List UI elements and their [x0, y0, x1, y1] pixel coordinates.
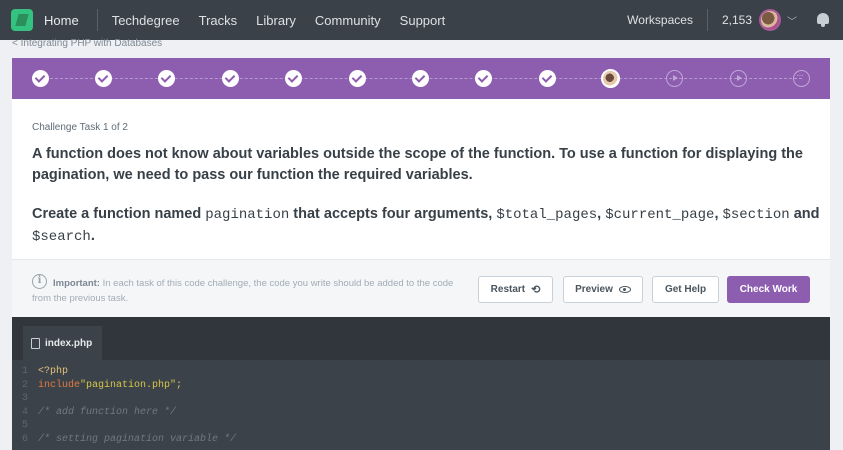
instruction-text: , — [714, 206, 723, 222]
step-complete-icon[interactable] — [285, 70, 302, 87]
code-line[interactable]: 5 — [12, 419, 830, 433]
get-help-button[interactable]: Get Help — [652, 276, 719, 303]
task-instruction: Create a function named pagination that … — [32, 204, 822, 248]
tab-label: index.php — [45, 337, 93, 349]
important-label: Important: — [53, 278, 100, 289]
step-complete-icon[interactable] — [222, 70, 239, 87]
code-token: /* add function here */ — [38, 406, 177, 418]
check-work-button[interactable]: Check Work — [727, 276, 810, 303]
code-pagination: pagination — [205, 207, 290, 223]
nav-home[interactable]: Home — [44, 13, 79, 28]
code-token: ; — [176, 379, 183, 391]
top-nav: Home Techdegree Tracks Library Community… — [0, 0, 843, 40]
code-total-pages: $total_pages — [496, 207, 598, 223]
code-line[interactable]: 6 /* setting pagination variable */ — [12, 433, 830, 447]
code-line[interactable]: 3 — [12, 392, 830, 406]
instruction-text: , — [597, 206, 606, 222]
step-complete-icon[interactable] — [475, 70, 492, 87]
step-more-icon[interactable] — [793, 70, 810, 87]
line-number: 4 — [21, 406, 28, 418]
code-token: <?php — [38, 366, 69, 377]
important-note: Important: In each task of this code cha… — [32, 276, 472, 306]
instruction-text: . — [90, 228, 95, 244]
bell-icon[interactable] — [815, 12, 831, 28]
nav-tracks[interactable]: Tracks — [199, 13, 238, 28]
step-video-icon[interactable] — [730, 70, 747, 87]
code-line[interactable]: 2 include "pagination.php"; — [12, 379, 830, 393]
code-line[interactable]: 4 /* add function here */ — [12, 406, 830, 420]
preview-button[interactable]: Preview — [563, 276, 643, 303]
code-line[interactable]: 1 <?php — [12, 365, 830, 379]
code-current-page: $current_page — [605, 207, 715, 223]
step-current-avatar[interactable] — [601, 69, 620, 88]
line-number: 1 — [21, 366, 28, 377]
avatar[interactable] — [759, 9, 781, 31]
action-bar: i Important: In each task of this code c… — [12, 259, 830, 317]
nav-community[interactable]: Community — [315, 13, 381, 28]
restart-label: Restart — [490, 284, 526, 295]
treehouse-logo-icon[interactable] — [11, 9, 33, 31]
step-complete-icon[interactable] — [158, 70, 175, 87]
code-search: $search — [32, 229, 91, 245]
step-complete-icon[interactable] — [412, 70, 429, 87]
breadcrumb[interactable]: < Integrating PHP with Databases — [12, 38, 162, 49]
line-number: 5 — [21, 420, 28, 431]
line-number: 6 — [21, 433, 28, 445]
line-number: 2 — [21, 379, 28, 391]
nav-library[interactable]: Library — [256, 13, 296, 28]
step-complete-icon[interactable] — [32, 70, 49, 87]
step-video-icon[interactable] — [666, 70, 683, 87]
instruction-text: Create a function named — [32, 206, 206, 222]
code-lines[interactable]: 1 <?php 2 include "pagination.php"; 3 4 /* … — [12, 365, 830, 446]
challenge-progress-bar — [12, 58, 830, 99]
nav-workspaces[interactable]: Workspaces — [627, 13, 693, 27]
tab-index-php[interactable]: index.php — [23, 326, 102, 360]
code-token: include — [38, 379, 81, 391]
nav-techdegree[interactable]: Techdegree — [112, 13, 180, 28]
step-complete-icon[interactable] — [539, 70, 556, 87]
restart-icon: ⟲ — [531, 284, 541, 296]
nav-right: Workspaces 2,153 ﹀ — [627, 0, 843, 40]
code-editor[interactable]: index.php 1 <?php 2 include "pagination.ph… — [12, 317, 830, 450]
code-token: "pagination.php" — [80, 379, 177, 391]
eye-icon — [618, 286, 631, 293]
instruction-text: and — [789, 206, 820, 222]
preview-label: Preview — [575, 284, 613, 295]
instruction-text: that accepts four arguments, — [289, 206, 497, 222]
nav-divider — [96, 9, 98, 31]
step-complete-icon[interactable] — [95, 70, 112, 87]
challenge-card: Challenge Task 1 of 2 A function does no… — [12, 99, 830, 259]
task-label: Challenge Task 1 of 2 — [32, 122, 128, 133]
task-description: A function does not know about variables… — [32, 146, 803, 183]
chevron-down-icon[interactable]: ﹀ — [787, 13, 797, 28]
points-count[interactable]: 2,153 — [706, 9, 752, 31]
nav-support[interactable]: Support — [400, 13, 446, 28]
line-number: 3 — [21, 393, 28, 404]
restart-button[interactable]: Restart ⟲ — [478, 276, 553, 303]
editor-tab-bar: index.php — [12, 317, 830, 360]
step-complete-icon[interactable] — [349, 70, 366, 87]
code-token: /* setting pagination variable */ — [38, 433, 237, 445]
code-section: $section — [722, 207, 790, 223]
file-icon — [31, 337, 40, 349]
